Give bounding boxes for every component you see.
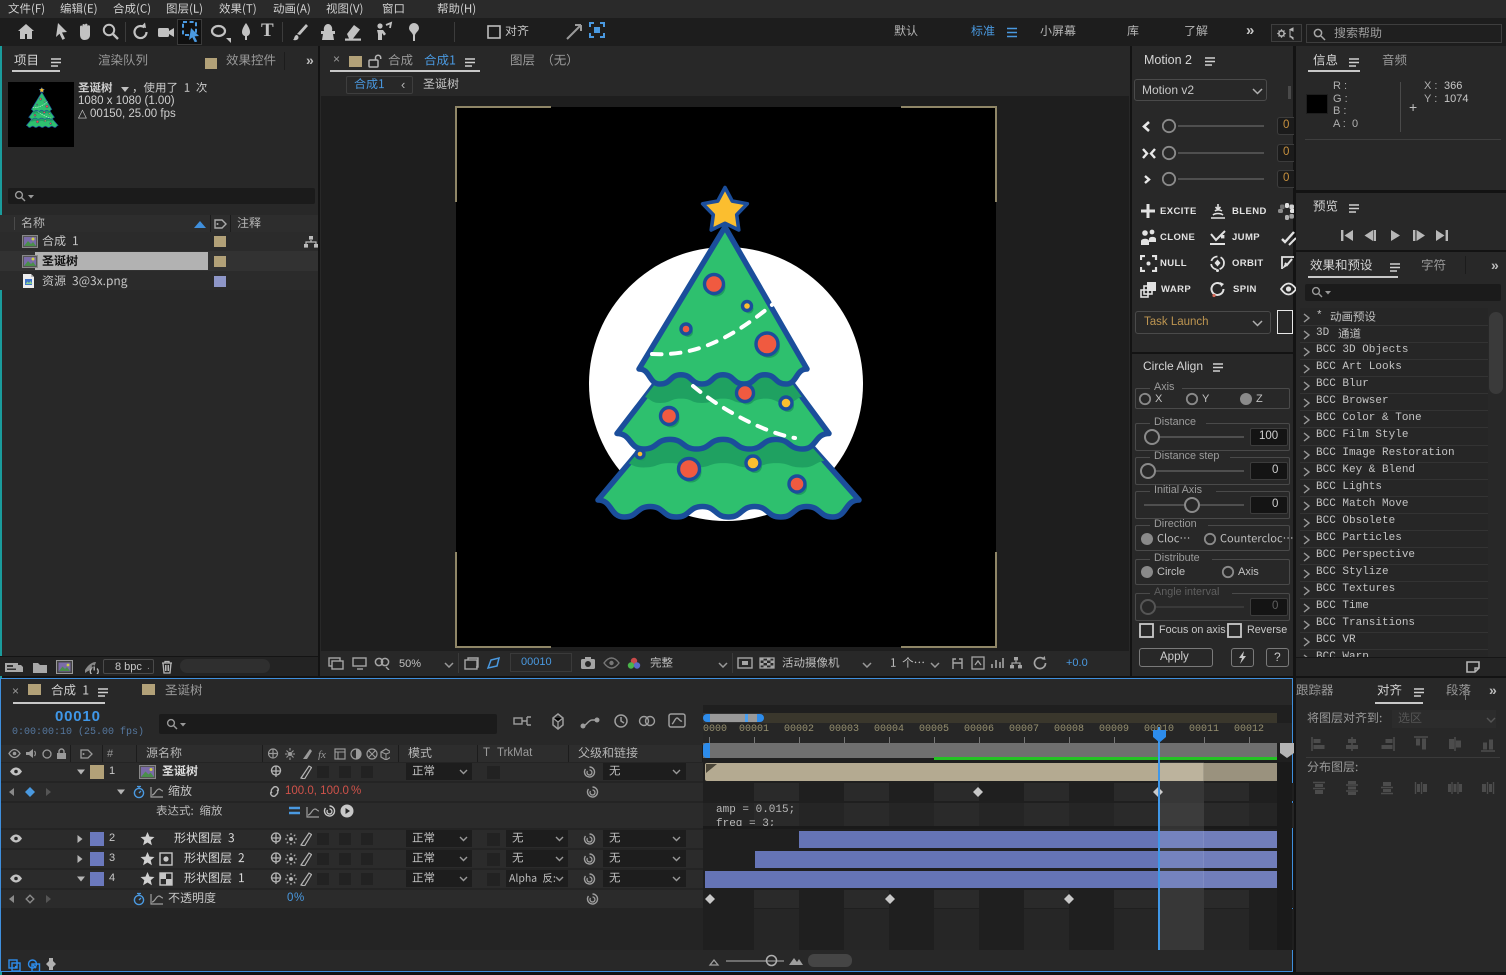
svg-text:fx: fx	[318, 749, 326, 760]
